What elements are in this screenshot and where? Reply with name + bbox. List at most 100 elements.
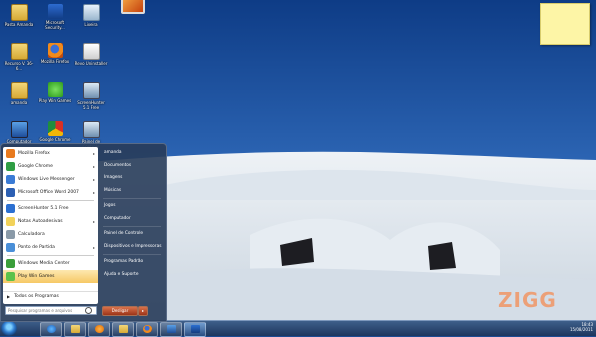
start-menu-places: amanda Documentos Imagens Músicas Jogos Compu… (100, 147, 164, 281)
start-menu-place-item[interactable]: Painel de Controle (100, 228, 164, 241)
submenu-arrow-icon: ▸ (92, 190, 95, 195)
start-menu-program-item[interactable]: ScreenHunter 5.1 Free (3, 202, 98, 215)
start-menu-program-item[interactable]: Calculadora (3, 228, 98, 241)
start-search-input[interactable] (5, 306, 97, 315)
program-label: Microsoft Office Word 2007 (18, 190, 79, 195)
submenu-arrow-icon: ▸ (92, 164, 95, 169)
desktop-icon[interactable]: ScreenHunter 5.1 Free (74, 80, 108, 114)
control-panel-icon (82, 121, 100, 138)
program-icon (6, 243, 15, 252)
sticky-note[interactable] (540, 3, 590, 45)
start-menu-program-item[interactable]: Google Chrome ▸ (3, 160, 98, 173)
desktop-icon[interactable]: Play Win Games (38, 80, 72, 114)
program-label: Play Win Games (18, 274, 55, 279)
start-menu-program-item[interactable]: Windows Live Messenger ▸ (3, 173, 98, 186)
start-menu-program-item[interactable]: Microsoft Office Word 2007 ▸ (3, 186, 98, 199)
firefox-icon (47, 43, 63, 58)
start-menu-place-item[interactable]: Jogos (100, 200, 164, 213)
recycle-bin-icon (82, 4, 100, 21)
menu-separator (7, 255, 94, 256)
program-label: Notas Autoadesivas (18, 219, 63, 224)
start-menu: Mozilla Firefox ▸ Google Chrome ▸ Windows Li… (0, 143, 167, 322)
desktop-icon-label: Recurso V. 36-6... (4, 61, 34, 71)
shutdown-button[interactable]: Desligar (102, 306, 138, 316)
start-button[interactable] (1, 321, 17, 336)
media-player-icon (94, 325, 104, 333)
desktop-icon-label: Lixeira (84, 22, 98, 27)
desktop-icon-label: amanda (10, 100, 28, 105)
desktop-icon[interactable]: Recurso V. 36-6... (2, 41, 36, 75)
user-avatar[interactable] (121, 0, 145, 14)
folder-icon (10, 82, 28, 99)
system-clock[interactable]: 18:43 15/08/2011 (563, 322, 593, 332)
start-menu-program-item[interactable]: Play Win Games (3, 270, 98, 283)
submenu-arrow-icon: ▸ (92, 245, 95, 250)
security-essentials-icon (47, 4, 63, 19)
desktop-icon-label: Revo Uninstaller (74, 61, 108, 66)
submenu-arrow-icon: ▸ (92, 177, 95, 182)
program-icon (6, 188, 15, 197)
start-menu-place-item[interactable]: amanda (100, 147, 164, 160)
start-menu-program-item[interactable]: Ponto de Partida ▸ (3, 241, 98, 254)
desktop-icon-label: Google Chrome (39, 137, 71, 142)
program-label: Windows Live Messenger (18, 177, 75, 182)
firefox-icon (142, 325, 152, 333)
screenhunter-icon (82, 82, 100, 99)
desktop-icon-label: Mozilla Firefox (40, 59, 70, 64)
folder-icon (118, 325, 128, 333)
desktop-icon[interactable]: Lixeira (74, 2, 108, 36)
program-icon (6, 149, 15, 158)
program-icon (6, 217, 15, 226)
start-menu-place-item[interactable]: Programas Padrão (100, 256, 164, 269)
all-programs-label: Todos os Programas (14, 294, 59, 299)
computer-icon (10, 121, 28, 138)
start-menu-place-item[interactable]: Documentos (100, 160, 164, 173)
program-label: Calculadora (18, 232, 45, 237)
all-programs-button[interactable]: ▶ Todos os Programas (3, 291, 98, 301)
play-win-games-icon (47, 82, 63, 97)
program-icon (6, 272, 15, 281)
submenu-arrow-icon: ▸ (92, 151, 95, 156)
start-menu-place-item[interactable]: Ajuda e Suporte (100, 269, 164, 282)
menu-separator (103, 226, 161, 227)
chrome-icon (47, 121, 63, 136)
taskbar: 18:43 15/08/2011 (0, 320, 596, 337)
start-menu-program-item[interactable]: Windows Media Center (3, 257, 98, 270)
start-menu-place-item[interactable]: Dispositivos e Impressoras (100, 241, 164, 254)
start-menu-place-item[interactable]: Computador (100, 213, 164, 226)
start-menu-program-item[interactable]: Mozilla Firefox ▸ (3, 147, 98, 160)
folder-icon (10, 43, 28, 60)
start-menu-place-item[interactable]: Imagens (100, 172, 164, 185)
screenhunter-icon (190, 325, 200, 333)
desktop-icon[interactable]: amanda (2, 80, 36, 114)
search-icon[interactable] (85, 307, 92, 314)
shutdown-options-button[interactable]: ▸ (138, 306, 148, 316)
all-programs-arrow-icon: ▶ (7, 294, 11, 299)
folder-icon (10, 4, 28, 21)
program-label: ScreenHunter 5.1 Free (18, 206, 69, 211)
start-menu-program-item[interactable]: Notas Autoadesivas ▸ (3, 215, 98, 228)
program-label: Windows Media Center (18, 261, 70, 266)
program-icon (6, 162, 15, 171)
ie-icon (46, 325, 56, 333)
program-icon (6, 175, 15, 184)
program-label: Mozilla Firefox (18, 151, 50, 156)
desktop-icon-label: ScreenHunter 5.1 Free (77, 100, 105, 110)
program-label: Google Chrome (18, 164, 53, 169)
watermark: ZIGG (498, 288, 557, 312)
computer-icon (166, 325, 176, 333)
desktop-icon[interactable]: Microsoft Security... (38, 2, 72, 36)
folder-icon (70, 325, 80, 333)
menu-separator (103, 198, 161, 199)
start-menu-place-item[interactable]: Músicas (100, 185, 164, 198)
program-label: Ponto de Partida (18, 245, 55, 250)
desktop-icon-label: Play Win Games (38, 98, 72, 103)
program-icon (6, 259, 15, 268)
program-icon (6, 230, 15, 239)
desktop-icon[interactable]: Revo Uninstaller (74, 41, 108, 75)
submenu-arrow-icon: ▸ (92, 219, 95, 224)
desktop-icon[interactable]: Pasta Amanda (2, 2, 36, 36)
start-menu-programs: Mozilla Firefox ▸ Google Chrome ▸ Windows Li… (3, 147, 98, 304)
menu-separator (7, 200, 94, 201)
desktop-icon[interactable]: Mozilla Firefox (38, 41, 72, 75)
